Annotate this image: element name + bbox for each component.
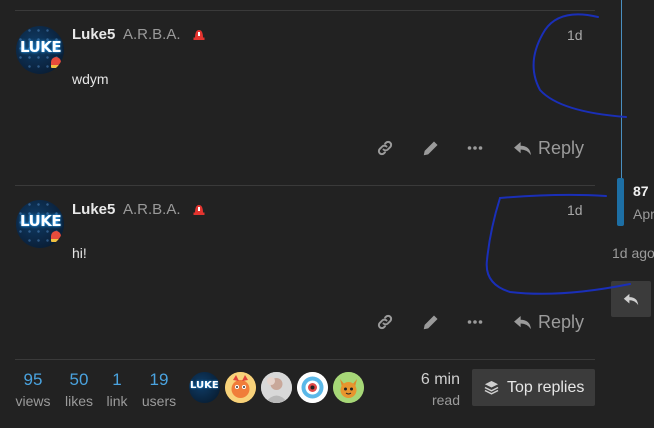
reply-icon — [514, 141, 531, 155]
post-user-title: A.R.B.A. — [123, 201, 181, 218]
ellipsis-icon[interactable] — [464, 137, 486, 159]
ellipsis-icon[interactable] — [464, 311, 486, 333]
siren-icon — [51, 57, 61, 68]
post-username[interactable]: Luke5 — [72, 26, 115, 43]
post-username[interactable]: Luke5 — [72, 201, 115, 218]
links-count: 1 — [112, 370, 122, 389]
avatar-text: LUKE — [20, 38, 62, 56]
layers-icon — [484, 380, 499, 395]
stat-links[interactable]: 1 link — [103, 370, 131, 410]
read-time-label: read — [431, 392, 460, 408]
participant-avatar-text: LUKE — [190, 380, 219, 391]
read-time: 6 min read — [400, 371, 460, 408]
top-replies-button[interactable]: Top replies — [472, 369, 595, 406]
footer-divider — [15, 359, 595, 360]
post-body: hi! — [72, 245, 87, 261]
avatar-text: LUKE — [20, 212, 62, 230]
post-body: wdym — [72, 71, 109, 87]
user-avatar[interactable]: LUKE — [16, 26, 64, 74]
link-icon[interactable] — [374, 137, 396, 159]
pencil-icon[interactable] — [420, 137, 442, 159]
pencil-icon[interactable] — [420, 311, 442, 333]
user-avatar[interactable]: LUKE — [16, 200, 64, 248]
timeline-post-count: 87 — [633, 183, 649, 199]
siren-icon — [51, 231, 61, 242]
post-date[interactable]: 1d — [567, 27, 583, 43]
stat-likes[interactable]: 50 likes — [60, 370, 98, 410]
timeline-date: Apr — [633, 206, 654, 222]
timeline-track — [621, 0, 622, 180]
participant-avatar[interactable] — [261, 372, 292, 403]
post-user-title: A.R.B.A. — [123, 26, 181, 43]
likes-count: 50 — [69, 370, 89, 389]
views-label: views — [15, 393, 51, 409]
timeline-scroll-handle[interactable] — [617, 178, 624, 226]
reply-button[interactable]: Reply — [513, 310, 584, 334]
read-time-value: 6 min — [420, 371, 460, 388]
reply-label: Reply — [538, 311, 585, 332]
likes-label: likes — [64, 393, 93, 409]
users-count: 19 — [149, 370, 169, 389]
post-date[interactable]: 1d — [567, 202, 583, 218]
siren-flair-icon — [193, 205, 205, 215]
links-label: link — [106, 393, 128, 409]
timeline-reply-button[interactable] — [611, 281, 651, 317]
top-divider — [15, 10, 595, 11]
participant-avatar[interactable] — [333, 372, 364, 403]
top-replies-label: Top replies — [507, 378, 585, 396]
users-label: users — [141, 393, 177, 409]
participant-avatar[interactable] — [225, 372, 256, 403]
stat-views: 95 views — [14, 370, 52, 410]
participant-avatar[interactable]: LUKE — [189, 372, 220, 403]
reply-icon — [623, 293, 639, 305]
reply-label: Reply — [538, 137, 585, 158]
timeline-last-activity[interactable]: 1d ago — [612, 245, 654, 261]
views-count: 95 — [23, 370, 43, 389]
post-divider — [15, 185, 595, 186]
reply-button[interactable]: Reply — [513, 136, 584, 160]
link-icon[interactable] — [374, 311, 396, 333]
participant-avatar[interactable] — [297, 372, 328, 403]
stat-users[interactable]: 19 users — [139, 370, 179, 410]
reply-icon — [514, 315, 531, 329]
siren-flair-icon — [193, 30, 205, 40]
